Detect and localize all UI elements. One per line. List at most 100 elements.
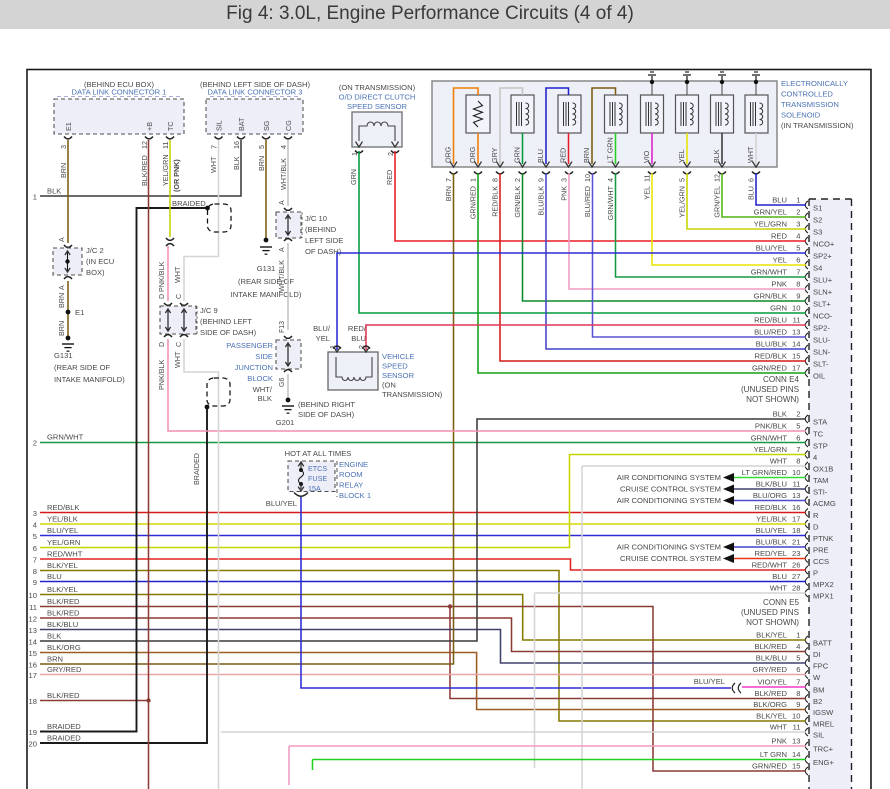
svg-text:SLT-: SLT- bbox=[813, 360, 829, 369]
svg-text:TRANSMISSION: TRANSMISSION bbox=[781, 100, 839, 109]
svg-text:TRC+: TRC+ bbox=[813, 745, 834, 754]
svg-text:LEFT SIDE: LEFT SIDE bbox=[305, 236, 343, 245]
svg-text:CRUISE CONTROL SYSTEM: CRUISE CONTROL SYSTEM bbox=[620, 554, 721, 563]
svg-text:RED/BLK: RED/BLK bbox=[755, 503, 788, 512]
svg-text:WHT: WHT bbox=[770, 457, 788, 466]
svg-text:BLU/RED: BLU/RED bbox=[754, 328, 787, 337]
svg-text:B2: B2 bbox=[813, 697, 822, 706]
svg-text:SP2-: SP2- bbox=[813, 324, 830, 333]
svg-text:BRN: BRN bbox=[57, 293, 66, 308]
svg-text:SIDE OF DASH): SIDE OF DASH) bbox=[200, 328, 257, 337]
svg-text:4: 4 bbox=[279, 145, 288, 149]
svg-text:6: 6 bbox=[796, 256, 800, 265]
svg-text:D: D bbox=[159, 342, 166, 347]
svg-text:ENG+: ENG+ bbox=[813, 758, 834, 767]
svg-text:STA: STA bbox=[813, 418, 828, 427]
svg-text:11: 11 bbox=[793, 723, 801, 732]
svg-text:ROOM: ROOM bbox=[339, 470, 363, 479]
svg-text:IGSW: IGSW bbox=[813, 708, 834, 717]
svg-text:BLU/YEL: BLU/YEL bbox=[756, 526, 787, 535]
svg-text:MREL: MREL bbox=[813, 720, 834, 729]
svg-text:TAM: TAM bbox=[813, 476, 828, 485]
svg-text:8: 8 bbox=[796, 457, 800, 466]
svg-text:17: 17 bbox=[29, 671, 37, 680]
svg-text:BLU/YEL: BLU/YEL bbox=[694, 677, 725, 686]
svg-text:BLU: BLU bbox=[772, 572, 787, 581]
svg-text:ORG: ORG bbox=[444, 146, 453, 163]
svg-text:FPC: FPC bbox=[813, 662, 829, 671]
svg-text:BLU/BLK: BLU/BLK bbox=[756, 538, 787, 547]
svg-text:BATT: BATT bbox=[813, 639, 832, 648]
svg-text:5: 5 bbox=[796, 654, 800, 663]
svg-text:1: 1 bbox=[796, 631, 800, 640]
svg-text:12: 12 bbox=[140, 141, 149, 149]
svg-text:BRAIDED: BRAIDED bbox=[172, 199, 206, 208]
svg-text:BLU: BLU bbox=[351, 334, 366, 343]
svg-text:2: 2 bbox=[357, 345, 366, 349]
svg-text:BLU/YEL: BLU/YEL bbox=[756, 244, 787, 253]
svg-text:BLK/ORG: BLK/ORG bbox=[47, 643, 81, 652]
svg-text:17: 17 bbox=[792, 364, 800, 373]
svg-text:12: 12 bbox=[713, 174, 722, 182]
svg-text:GRY: GRY bbox=[490, 147, 499, 163]
svg-text:BLU/BLK: BLU/BLK bbox=[537, 186, 546, 216]
svg-text:(REAR SIDE OF: (REAR SIDE OF bbox=[54, 363, 110, 372]
svg-text:YEL: YEL bbox=[316, 334, 330, 343]
svg-text:10: 10 bbox=[792, 712, 800, 721]
svg-text:YEL: YEL bbox=[677, 149, 686, 163]
svg-text:YEL/BLK: YEL/BLK bbox=[756, 515, 787, 524]
svg-text:15: 15 bbox=[792, 762, 800, 771]
svg-text:6: 6 bbox=[796, 434, 800, 443]
svg-text:BLU/YEL: BLU/YEL bbox=[47, 526, 78, 535]
svg-text:SPEED SENSOR: SPEED SENSOR bbox=[347, 102, 407, 111]
svg-text:5: 5 bbox=[796, 422, 800, 431]
svg-text:BLU/ORG: BLU/ORG bbox=[753, 491, 787, 500]
svg-text:18: 18 bbox=[29, 697, 37, 706]
svg-text:STI-: STI- bbox=[813, 488, 828, 497]
svg-text:G201: G201 bbox=[276, 418, 295, 427]
svg-text:WHT: WHT bbox=[770, 584, 788, 593]
svg-text:S4: S4 bbox=[813, 264, 822, 273]
svg-text:26: 26 bbox=[792, 561, 800, 570]
svg-text:MPX2: MPX2 bbox=[813, 580, 834, 589]
svg-text:(BEHIND: (BEHIND bbox=[305, 225, 337, 234]
svg-text:1: 1 bbox=[328, 345, 337, 349]
svg-text:GRN/WHT: GRN/WHT bbox=[751, 268, 788, 277]
svg-text:GRN: GRN bbox=[513, 147, 522, 163]
svg-text:ETCS: ETCS bbox=[308, 464, 327, 473]
svg-text:13: 13 bbox=[792, 328, 800, 337]
svg-text:O/D DIRECT CLUTCH: O/D DIRECT CLUTCH bbox=[339, 93, 416, 102]
svg-text:SG: SG bbox=[262, 120, 271, 131]
svg-text:BLU/: BLU/ bbox=[313, 324, 331, 333]
svg-text:SP2+: SP2+ bbox=[813, 252, 832, 261]
svg-text:GRN/BLK: GRN/BLK bbox=[754, 292, 787, 301]
svg-text:27: 27 bbox=[792, 572, 800, 581]
svg-text:PNK: PNK bbox=[560, 186, 569, 201]
svg-text:YEL: YEL bbox=[773, 256, 787, 265]
svg-text:(BEHIND LEFT: (BEHIND LEFT bbox=[200, 317, 252, 326]
svg-text:SIL: SIL bbox=[813, 731, 824, 740]
svg-text:(UNUSED PINS: (UNUSED PINS bbox=[741, 385, 800, 394]
svg-text:PTNK: PTNK bbox=[813, 534, 833, 543]
svg-text:7: 7 bbox=[210, 145, 219, 149]
svg-text:11: 11 bbox=[793, 480, 801, 489]
svg-text:BLK/RED: BLK/RED bbox=[47, 597, 80, 606]
svg-text:SIDE OF DASH): SIDE OF DASH) bbox=[298, 410, 355, 419]
svg-text:7: 7 bbox=[796, 445, 800, 454]
svg-text:G131: G131 bbox=[257, 264, 276, 273]
svg-text:GRN/BLK: GRN/BLK bbox=[513, 186, 522, 218]
svg-text:10: 10 bbox=[792, 468, 800, 477]
svg-text:NOT SHOWN): NOT SHOWN) bbox=[746, 395, 799, 404]
svg-text:7: 7 bbox=[796, 678, 800, 687]
svg-text:A: A bbox=[279, 200, 286, 205]
svg-text:ELECTRONICALLY: ELECTRONICALLY bbox=[781, 79, 848, 88]
svg-text:GRN/YEL: GRN/YEL bbox=[754, 208, 787, 217]
svg-text:BLU: BLU bbox=[47, 572, 62, 581]
svg-text:CONN E4: CONN E4 bbox=[763, 375, 799, 384]
svg-text:WHT: WHT bbox=[209, 156, 218, 173]
svg-text:GRN: GRN bbox=[349, 169, 358, 185]
svg-text:PNK: PNK bbox=[771, 280, 787, 289]
svg-text:SENSOR: SENSOR bbox=[382, 371, 415, 380]
svg-text:BLK/RED: BLK/RED bbox=[47, 691, 80, 700]
svg-text:BLK: BLK bbox=[232, 156, 241, 170]
